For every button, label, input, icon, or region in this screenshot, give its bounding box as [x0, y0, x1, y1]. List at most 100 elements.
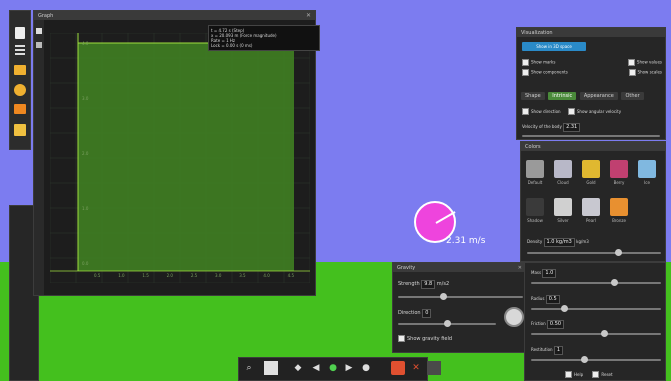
colors-panel: Colors Default Cloud Gold Berry Ice Shadow Sil… — [520, 141, 666, 262]
color-swatch[interactable] — [526, 160, 544, 178]
checkbox-row: Show marks Show values Show components S… — [522, 59, 662, 76]
density-unit: kg/m3 — [576, 239, 589, 244]
settings-icon[interactable]: ● — [359, 361, 373, 375]
tab-intrinsic[interactable]: Intrinsic — [548, 92, 577, 100]
checkbox-item[interactable]: Show marks — [522, 59, 555, 66]
x-ticks: 0.5 1.0 1.5 2.0 2.5 3.0 3.5 4.0 4.5 — [94, 273, 294, 278]
x-tick: 3.0 — [215, 273, 222, 278]
color-swatch[interactable] — [610, 198, 628, 216]
checkbox-item[interactable]: Show direction — [522, 108, 561, 115]
velocity-field-label: Velocity of the body — [522, 124, 562, 129]
close-icon[interactable]: ✕ — [306, 12, 311, 19]
colors-header: Colors — [521, 142, 665, 151]
chart-icon[interactable] — [427, 361, 441, 375]
prop-row: Friction 0.50 — [531, 320, 565, 329]
color-swatch[interactable] — [582, 198, 600, 216]
velocity-slider[interactable] — [522, 135, 660, 137]
properties-panel: Mass 1.0 Radius 0.5 Friction 0.50 Restit… — [524, 262, 666, 381]
folder-icon[interactable] — [14, 65, 26, 75]
checkbox-item[interactable]: Show components — [522, 69, 568, 76]
swatch-label: Default — [527, 180, 543, 185]
y-tick: 0.0 — [82, 261, 89, 266]
tools-icon[interactable] — [15, 45, 25, 57]
direction-slider[interactable] — [398, 320, 496, 327]
tab-shape[interactable]: Shape — [521, 92, 545, 100]
checkbox-item[interactable]: Show scales — [628, 69, 662, 76]
direction-label: Direction — [398, 310, 421, 316]
edit-icon[interactable] — [36, 42, 42, 48]
save-icon[interactable] — [14, 124, 26, 136]
gravity-panel: Gravity ✕ Strength 9.8 m/s2 Direction 0 … — [392, 262, 527, 353]
x-tick: 4.0 — [263, 273, 270, 278]
color-swatch[interactable] — [638, 160, 656, 178]
prop-row: Restitution 1 — [531, 346, 564, 355]
velocity-row: Velocity of the body 2.31 — [522, 123, 581, 132]
close-icon[interactable]: ✕ — [518, 265, 522, 271]
prop-row: Mass 1.0 — [531, 269, 557, 278]
tab-bar: Shape Intrinsic Appearance Other — [521, 92, 646, 100]
camera-icon[interactable] — [391, 361, 405, 375]
force-area — [78, 43, 294, 271]
x-tick: 2.5 — [190, 273, 198, 278]
direction-dial[interactable] — [504, 307, 524, 327]
swatch-label: Shadow — [527, 218, 543, 223]
help-button[interactable]: Help — [565, 371, 583, 378]
tab-appearance[interactable]: Appearance — [579, 92, 618, 100]
zoom-icon[interactable]: ⌕ — [242, 361, 256, 375]
friction-slider[interactable] — [531, 330, 661, 337]
step-icon[interactable]: ● — [326, 361, 340, 375]
grid-icon[interactable] — [264, 361, 278, 375]
friction-input[interactable]: 0.50 — [546, 320, 565, 329]
x-tick: 3.5 — [239, 273, 246, 278]
restitution-slider[interactable] — [531, 356, 661, 363]
direction-input[interactable]: 0 — [422, 309, 432, 318]
y-tick: 2.0 — [82, 151, 89, 156]
prop-row: Radius 0.5 — [531, 295, 560, 304]
strength-slider[interactable] — [398, 293, 523, 300]
checkbox-item[interactable]: Show values — [627, 59, 662, 66]
color-swatch[interactable] — [526, 198, 544, 216]
mass-input[interactable]: 1.0 — [542, 269, 557, 278]
density-label: Density — [527, 239, 543, 244]
undo-icon[interactable]: ◀ — [309, 361, 323, 375]
tab-other[interactable]: Other — [621, 92, 644, 100]
redo-icon[interactable]: ▶ — [342, 361, 356, 375]
mass-slider[interactable] — [531, 279, 661, 286]
color-swatch[interactable] — [582, 160, 600, 178]
color-swatch[interactable] — [554, 160, 572, 178]
gravity-header: Gravity ✕ — [393, 263, 526, 272]
open-folder-icon[interactable] — [14, 104, 26, 114]
swatch-label: Berry — [613, 180, 625, 185]
radius-input[interactable]: 0.5 — [545, 295, 560, 304]
velocity-input[interactable]: 2.31 — [563, 123, 581, 132]
radius-slider[interactable] — [531, 305, 661, 312]
visualization-title: Visualization — [521, 29, 553, 36]
density-input[interactable]: 1.0 kg/m3 — [543, 238, 575, 247]
y-tick: 1.0 — [82, 206, 89, 211]
pin-icon[interactable] — [36, 28, 42, 34]
swatch-label: Silver — [557, 218, 569, 223]
strength-input[interactable]: 9.8 — [421, 280, 436, 289]
visualization-panel: Visualization Show in 3D space Show mark… — [516, 27, 666, 140]
new-file-icon[interactable] — [15, 27, 25, 39]
swatch-label: Bronze — [612, 218, 626, 223]
gravity-field-checkbox[interactable]: Show gravity field — [398, 335, 452, 342]
checkbox-item[interactable]: Show angular velocity — [567, 108, 621, 115]
density-slider[interactable] — [527, 249, 661, 256]
swatch-label: Cloud — [557, 180, 569, 185]
y-tick: 4.0 — [82, 41, 89, 46]
tab-options: Show direction Show angular velocity — [522, 108, 621, 115]
color-swatch[interactable] — [610, 160, 628, 178]
visualization-header: Visualization — [517, 28, 665, 37]
tree-icon[interactable]: ✕ — [409, 361, 423, 375]
reset-button[interactable]: Reset — [592, 371, 613, 378]
color-swatch[interactable] — [554, 198, 572, 216]
graph-plot[interactable] — [50, 33, 310, 283]
restitution-input[interactable]: 1 — [553, 346, 564, 355]
gear-icon[interactable] — [14, 84, 26, 96]
show-3d-button[interactable]: Show in 3D space — [522, 42, 586, 51]
footer-row: Help Reset — [565, 371, 613, 378]
x-tick: 1.5 — [142, 273, 149, 278]
play-icon[interactable]: ◆ — [291, 361, 305, 375]
density-row: Density 1.0 kg/m3 kg/m3 — [527, 238, 589, 247]
